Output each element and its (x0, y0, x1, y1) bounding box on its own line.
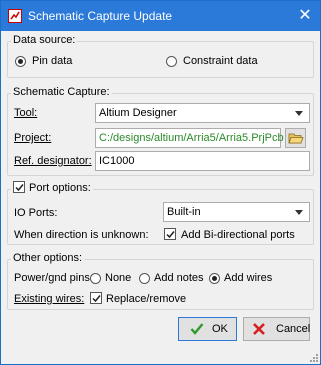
ref-designator-field[interactable]: IC1000 (95, 151, 310, 171)
data-source-label: Data source: (11, 34, 78, 46)
project-label: Project: (14, 132, 52, 144)
io-ports-value: Built-in (167, 206, 201, 218)
pin-data-radio[interactable] (15, 56, 26, 67)
port-options-checkbox[interactable] (13, 181, 25, 193)
project-field[interactable]: C:/designs/altium/Arria5/Arria5.PrjPcb (95, 128, 284, 148)
browse-project-button[interactable] (285, 128, 306, 148)
bidirectional-label: Add Bi-directional ports (181, 229, 295, 241)
existing-wires-label: Existing wires: (14, 293, 85, 305)
io-ports-select[interactable]: Built-in (163, 202, 310, 222)
cancel-button[interactable]: Cancel (243, 317, 310, 341)
cancel-label: Cancel (276, 323, 311, 335)
close-icon (253, 323, 265, 335)
ok-button[interactable]: OK (178, 317, 237, 341)
unknown-direction-label: When direction is unknown: (14, 229, 149, 241)
constraint-data-radio[interactable] (166, 56, 177, 67)
app-icon (8, 9, 22, 23)
tool-value: Altium Designer (99, 107, 177, 119)
tool-label: Tool: (14, 107, 38, 119)
window-title: Schematic Capture Update (28, 9, 173, 23)
io-ports-label: IO Ports: (14, 207, 58, 219)
ref-designator-value: IC1000 (99, 155, 135, 167)
tool-select[interactable]: Altium Designer (95, 103, 310, 123)
power-none-label: None (105, 272, 132, 284)
project-path: C:/designs/altium/Arria5/Arria5.PrjPcb (99, 132, 284, 144)
dialog-window: Schematic Capture Update ✕ Data source: … (0, 0, 321, 365)
constraint-data-label: Constraint data (183, 55, 258, 67)
replace-remove-checkbox[interactable] (90, 292, 102, 304)
chevron-down-icon (295, 111, 303, 116)
check-icon (92, 295, 101, 303)
power-gnd-label: Power/gnd pins: (14, 272, 93, 284)
check-icon (166, 231, 175, 239)
port-options-label: Port options: (29, 182, 91, 194)
power-add-notes-label: Add notes (154, 272, 204, 284)
title-bar: Schematic Capture Update ✕ (1, 1, 320, 31)
pin-data-label: Pin data (32, 55, 73, 67)
close-button[interactable]: ✕ (290, 1, 320, 31)
schematic-capture-label: Schematic Capture: (11, 86, 112, 98)
power-none-radio[interactable] (90, 273, 101, 284)
ref-designator-label: Ref. designator: (14, 155, 92, 167)
other-options-label: Other options: (11, 252, 85, 264)
power-add-wires-label: Add wires (224, 272, 273, 284)
port-options-header: Port options: (11, 181, 93, 194)
resize-grip-icon[interactable] (308, 352, 318, 362)
power-add-notes-radio[interactable] (139, 273, 150, 284)
bidirectional-checkbox[interactable] (164, 228, 176, 240)
chevron-down-icon (295, 210, 303, 215)
power-add-wires-radio[interactable] (209, 273, 220, 284)
check-icon (190, 323, 204, 335)
ok-label: OK (212, 323, 228, 335)
replace-remove-label: Replace/remove (106, 293, 187, 305)
folder-open-icon (288, 133, 304, 144)
check-icon (15, 184, 24, 192)
